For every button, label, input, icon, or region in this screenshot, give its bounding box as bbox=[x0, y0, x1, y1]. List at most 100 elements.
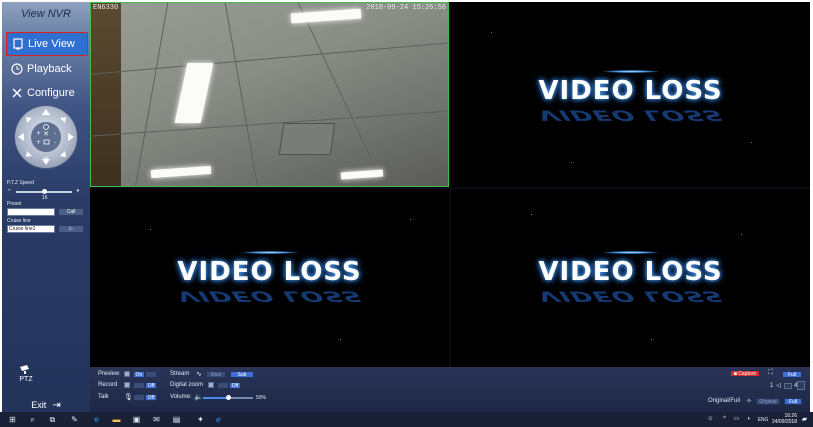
preset-input[interactable] bbox=[7, 208, 55, 216]
app-icon[interactable]: ✦ bbox=[196, 415, 205, 424]
mail-icon[interactable]: ✉ bbox=[152, 415, 161, 424]
capture-label: Capture bbox=[738, 371, 757, 377]
camera-1-name: EN6330 bbox=[93, 4, 119, 12]
volume-knob[interactable] bbox=[226, 395, 231, 400]
stream-label: Stream bbox=[170, 371, 190, 377]
video-grid: EN6330 2018-09-24 15:26:56 VIDEO LOSS VI… bbox=[90, 2, 810, 367]
app-icon[interactable]: ✎ bbox=[70, 415, 79, 424]
ptz-direction-pad[interactable]: ✕ + - + - ok bbox=[15, 106, 77, 168]
aspect-full-button[interactable]: Full bbox=[784, 398, 802, 405]
record-toggle[interactable]: Off bbox=[145, 382, 157, 389]
page-current: 1 bbox=[770, 383, 774, 389]
ptz-speed-knob[interactable] bbox=[42, 189, 47, 194]
star-dot bbox=[340, 339, 341, 340]
sidebar: View NVR Live View Playback Configure ✕ … bbox=[2, 2, 90, 412]
preset-label: Preset bbox=[7, 201, 22, 207]
store-icon[interactable]: ▣ bbox=[132, 415, 141, 424]
volume-icon[interactable]: ◖ bbox=[744, 415, 753, 424]
clock[interactable]: 16:26 24/09/2018 bbox=[772, 413, 797, 425]
brand-title: View NVR bbox=[21, 8, 71, 20]
search-icon[interactable]: ⌕ bbox=[28, 415, 37, 424]
nav-label: Configure bbox=[27, 87, 75, 99]
stream-sub-button[interactable]: Sub bbox=[230, 371, 254, 378]
nav-label: Live View bbox=[28, 38, 75, 50]
nvr-app: View NVR Live View Playback Configure ✕ … bbox=[2, 2, 810, 412]
zoom-toggle-on[interactable] bbox=[217, 382, 229, 389]
edge-browser-icon[interactable]: e bbox=[92, 415, 101, 424]
stream-icon: ∿ bbox=[196, 371, 202, 378]
people-icon[interactable]: ☺ bbox=[706, 415, 715, 424]
video-loss-text: VIDEO LOSS bbox=[538, 257, 723, 287]
ptz-toggle-button[interactable]: PTZ bbox=[8, 364, 44, 394]
nav-label: Playback bbox=[27, 63, 72, 75]
preview-toggle-off[interactable] bbox=[145, 371, 157, 378]
fullscreen-grid-icon: ⛶ bbox=[768, 369, 773, 376]
task-view-icon[interactable]: ⧉ bbox=[48, 415, 57, 424]
ptz-function-icons: ✕ + - + - bbox=[36, 124, 56, 146]
camera-tile-3[interactable]: VIDEO LOSS VIDEO LOSS bbox=[90, 189, 449, 367]
svg-text:-: - bbox=[54, 139, 56, 146]
camera-1-image bbox=[91, 3, 448, 186]
zoom-icon bbox=[208, 382, 214, 388]
control-bar: Preview On Stream ∿ Main Sub Record Off … bbox=[90, 367, 810, 412]
file-explorer-icon[interactable]: ▬ bbox=[112, 415, 121, 424]
camera-tile-2[interactable]: VIDEO LOSS VIDEO LOSS bbox=[451, 2, 810, 187]
speed-fast-icon: ◕ bbox=[76, 188, 80, 194]
record-label: Record bbox=[98, 382, 118, 388]
volume-label: Volume: bbox=[170, 394, 192, 400]
cruise-start-button[interactable]: ▷ bbox=[58, 225, 84, 233]
original-full-label: Original/Full bbox=[708, 398, 741, 404]
ptz-ok-label[interactable]: ok bbox=[15, 156, 77, 162]
nav-live-view[interactable]: Live View bbox=[6, 32, 88, 56]
star-dot bbox=[651, 339, 652, 340]
full-screen-button[interactable]: Full bbox=[782, 371, 802, 378]
volume-fill bbox=[203, 397, 228, 399]
page-prev-icon[interactable]: ◁ bbox=[776, 382, 781, 389]
talk-toggle[interactable]: Off bbox=[145, 394, 157, 401]
video-loss-reflection: VIDEO LOSS bbox=[532, 106, 729, 124]
preview-label: Preview bbox=[98, 371, 120, 377]
clock-icon bbox=[11, 63, 23, 75]
network-icon[interactable]: ▭ bbox=[732, 415, 741, 424]
flare-graphic bbox=[239, 251, 300, 254]
capture-button[interactable]: ◙ Capture bbox=[730, 370, 760, 377]
page-next-button[interactable] bbox=[797, 381, 805, 390]
tray-chevron-icon[interactable]: ^ bbox=[720, 415, 729, 424]
clock-date: 24/09/2018 bbox=[771, 419, 797, 425]
media-icon[interactable]: ▤ bbox=[172, 415, 181, 424]
svg-text:-: - bbox=[54, 130, 56, 137]
record-toggle-on[interactable] bbox=[133, 382, 145, 389]
nav-playback[interactable]: Playback bbox=[6, 57, 88, 81]
cruise-label: Cruise line bbox=[7, 218, 31, 224]
original-button[interactable]: Original bbox=[756, 398, 780, 405]
star-dot bbox=[751, 142, 752, 143]
ptz-center[interactable]: ✕ + - + - bbox=[31, 122, 61, 152]
preset-call-button[interactable]: Call bbox=[58, 208, 84, 216]
star-dot bbox=[741, 234, 742, 235]
camera-tile-1[interactable]: EN6330 2018-09-24 15:26:56 bbox=[90, 2, 449, 187]
star-dot bbox=[410, 219, 411, 220]
volume-value: 50% bbox=[256, 395, 267, 401]
star-dot bbox=[571, 162, 572, 163]
monitor-icon bbox=[12, 38, 24, 50]
nav-configure[interactable]: Configure bbox=[6, 81, 88, 105]
camera-1-timestamp: 2018-09-24 15:26:56 bbox=[366, 4, 446, 12]
ptz-speed-value: 16 bbox=[42, 195, 48, 201]
exit-button[interactable]: Exit ⇥ bbox=[2, 398, 90, 412]
flare-graphic bbox=[600, 251, 661, 254]
page-indicator bbox=[784, 383, 792, 389]
video-loss-text: VIDEO LOSS bbox=[177, 257, 362, 287]
language-indicator[interactable]: ENG bbox=[756, 416, 770, 425]
notification-icon[interactable]: ▰ bbox=[800, 415, 809, 424]
preview-toggle[interactable]: On bbox=[133, 371, 145, 378]
talk-toggle-on[interactable] bbox=[133, 394, 145, 401]
internet-explorer-icon[interactable]: ℯ bbox=[214, 415, 223, 424]
exit-label: Exit bbox=[31, 400, 47, 410]
windows-start-icon[interactable]: ⊞ bbox=[8, 415, 17, 424]
svg-text:+: + bbox=[36, 130, 41, 137]
star-dot bbox=[150, 229, 151, 230]
zoom-toggle[interactable]: Off bbox=[229, 382, 241, 389]
camera-tile-4[interactable]: VIDEO LOSS VIDEO LOSS bbox=[451, 189, 810, 367]
cruise-select[interactable]: Cruise line1 bbox=[7, 225, 55, 233]
stream-main-button[interactable]: Main bbox=[206, 371, 226, 378]
